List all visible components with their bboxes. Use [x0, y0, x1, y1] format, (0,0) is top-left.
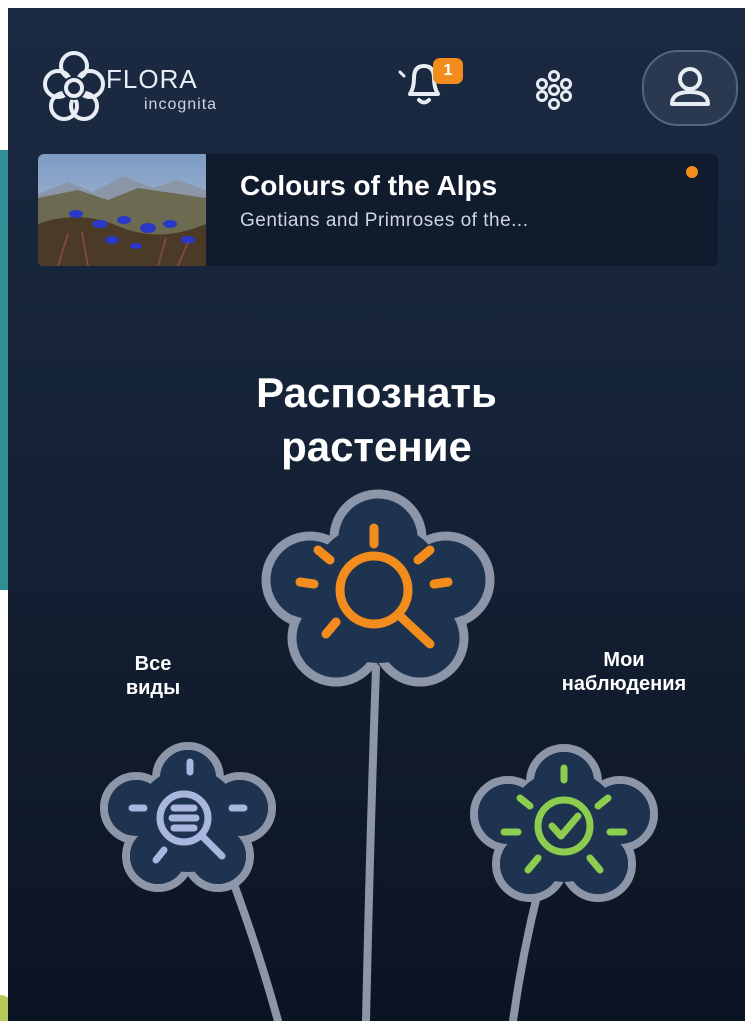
my-observations-button[interactable] [470, 744, 658, 902]
all-species-label[interactable]: Все виды [98, 652, 208, 700]
all-species-label-line2: виды [125, 677, 181, 699]
identify-plant-button[interactable] [261, 489, 495, 687]
all-species-button[interactable] [100, 742, 276, 892]
app-screen: FLORA incognita 1 Colours of the Alps Ge… [8, 8, 745, 1021]
flower-navigation [100, 489, 658, 1021]
my-observations-label-line2: наблюдения [561, 673, 687, 695]
center-stem [362, 664, 380, 1021]
my-observations-label[interactable]: Мои наблюдения [514, 648, 734, 696]
left-stem [224, 864, 282, 1021]
my-observations-label-line1: Мои [603, 649, 645, 671]
all-species-label-line1: Все [134, 653, 172, 675]
